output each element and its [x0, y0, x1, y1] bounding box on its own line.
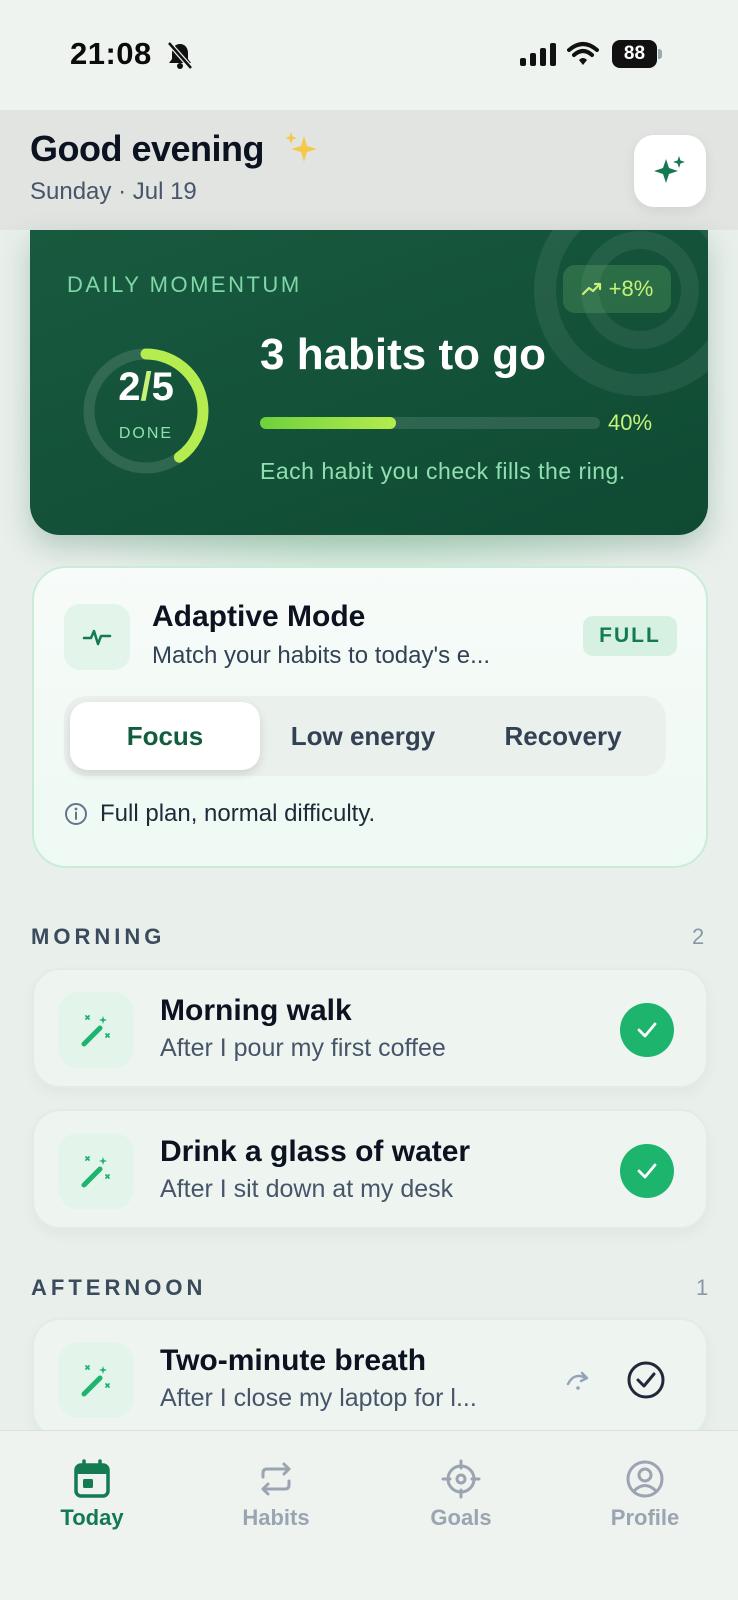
info-icon — [65, 803, 87, 825]
adaptive-mode-card: Adaptive Mode Match your habits to today… — [32, 566, 708, 868]
status-time: 21:08 — [70, 36, 152, 71]
tab-label: Habits — [242, 1505, 310, 1530]
section-count-morning: 2 — [692, 924, 705, 949]
wifi-icon — [567, 42, 599, 65]
skip-redo-icon[interactable] — [564, 1366, 596, 1394]
mode-info-text: Full plan, normal difficulty. — [100, 800, 376, 827]
habit-title: Drink a glass of water — [160, 1135, 471, 1168]
target-icon — [441, 1459, 481, 1499]
tab-label: Goals — [430, 1505, 492, 1530]
habit-card-drink-water[interactable]: Drink a glass of water After I sit down … — [32, 1109, 708, 1229]
tab-label: Today — [60, 1505, 124, 1530]
momentum-title: 3 habits to go — [260, 330, 546, 379]
momentum-hint: Each habit you check fills the ring. — [260, 458, 626, 484]
habit-complete-toggle[interactable] — [620, 1144, 674, 1198]
habit-title: Two-minute breath — [160, 1344, 427, 1377]
battery-level: 88 — [612, 40, 657, 68]
progress-bar-fill — [260, 417, 396, 429]
battery-indicator: 88 — [612, 40, 662, 68]
habit-cue: After I sit down at my desk — [160, 1175, 454, 1203]
mode-badge: FULL — [583, 616, 677, 656]
progress-bar — [260, 417, 600, 429]
greeting-title: Good evening — [30, 128, 265, 169]
bell-muted-icon — [167, 41, 193, 70]
calendar-icon — [74, 1459, 110, 1498]
adaptive-title: Adaptive Mode — [152, 600, 366, 633]
habit-cue: After I close my laptop for l... — [160, 1384, 477, 1412]
magic-wand-icon — [58, 1342, 134, 1418]
tab-goals[interactable]: Goals — [386, 1459, 536, 1531]
section-title-afternoon: AFTERNOON — [31, 1275, 207, 1300]
user-circle-icon — [626, 1460, 664, 1498]
trend-value: +8% — [608, 276, 654, 301]
daily-momentum-card: DAILY MOMENTUM +8% 2/5 DONE 3 habits to … — [30, 230, 708, 535]
tab-habits[interactable]: Habits — [201, 1459, 351, 1531]
momentum-label: DAILY MOMENTUM — [67, 272, 302, 297]
checkmark-icon — [637, 1022, 657, 1038]
tab-today[interactable]: Today — [17, 1459, 167, 1531]
pulse-icon — [64, 604, 130, 670]
section-title-morning: MORNING — [31, 924, 166, 949]
checkmark-icon — [637, 1163, 657, 1179]
adaptive-subtitle: Match your habits to today's e... — [152, 642, 491, 669]
mode-option-focus[interactable]: Focus — [70, 702, 260, 770]
mode-segmented-control: Focus Low energy Recovery — [64, 696, 666, 776]
magic-wand-icon — [58, 992, 134, 1068]
habit-complete-toggle[interactable] — [626, 1360, 666, 1400]
progress-percent: 40% — [608, 410, 653, 435]
habit-card-two-minute-breath[interactable]: Two-minute breath After I close my lapto… — [32, 1318, 708, 1438]
habit-title: Morning walk — [160, 994, 352, 1027]
sparkles-icon — [285, 132, 317, 162]
bottom-tab-bar: Today Habits Goals Profile — [0, 1430, 738, 1600]
mode-option-low-energy[interactable]: Low energy — [268, 702, 458, 770]
ring-done-label: DONE — [118, 425, 174, 442]
signal-icon — [520, 43, 556, 66]
sparkle-icon — [654, 156, 685, 183]
magic-wand-icon — [58, 1133, 134, 1209]
habit-card-morning-walk[interactable]: Morning walk After I pour my first coffe… — [32, 968, 708, 1088]
ai-assistant-button[interactable] — [634, 135, 706, 207]
section-count-afternoon: 1 — [696, 1275, 709, 1300]
tab-profile[interactable]: Profile — [570, 1459, 720, 1531]
trending-up-icon — [581, 282, 601, 296]
mode-option-recovery[interactable]: Recovery — [466, 702, 660, 770]
date-subtitle: Sunday · Jul 19 — [30, 178, 197, 205]
habit-cue: After I pour my first coffee — [160, 1034, 446, 1062]
mode-info: Full plan, normal difficulty. — [64, 800, 375, 828]
trend-badge: +8% — [563, 265, 671, 313]
tab-label: Profile — [610, 1505, 680, 1530]
repeat-icon — [261, 1462, 291, 1496]
decorative-rings — [534, 230, 708, 396]
ring-count: 2/5 — [118, 365, 174, 409]
habit-complete-toggle[interactable] — [620, 1003, 674, 1057]
